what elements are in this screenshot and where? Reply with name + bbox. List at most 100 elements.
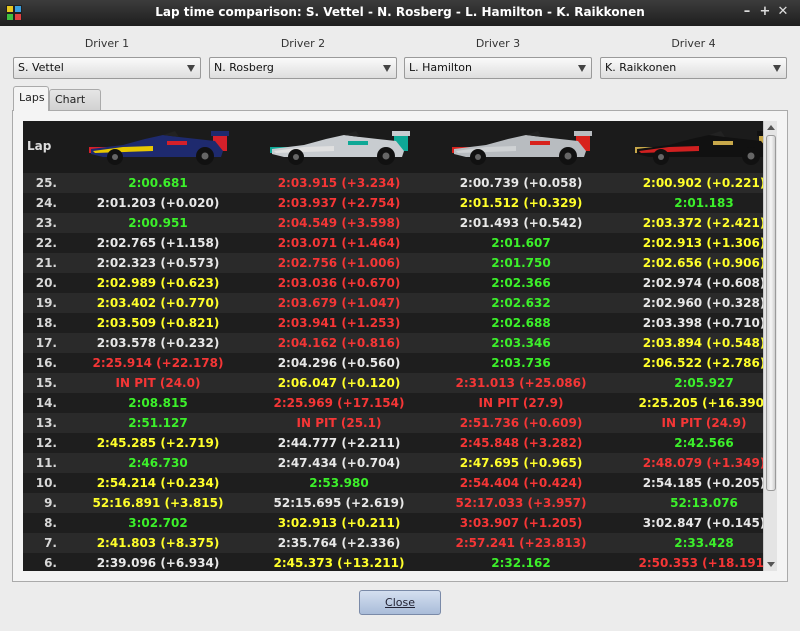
driver-4-group: Driver 4 K. Raikkonen [600,35,787,79]
lap-time-driver-3: 2:01.607 [491,236,551,250]
driver-4-label: Driver 4 [671,37,716,50]
scroll-down-icon[interactable] [767,562,775,567]
lap-time-driver-3: 2:02.366 [491,276,551,290]
driver-3-select[interactable]: L. Hamilton [404,57,592,79]
lap-time-driver-1: 2:51.127 [128,416,188,430]
lap-time-driver-4: 2:00.902 (+0.221) [642,176,763,190]
lap-time-driver-2: 52:15.695 (+2.619) [273,496,405,510]
lap-time-driver-4: 2:54.185 (+0.205) [642,476,763,490]
lap-number: 22. [35,236,57,250]
lap-time-driver-3: 2:32.162 [491,556,551,570]
lap-time-driver-2: 2:25.969 (+17.154) [273,396,405,410]
lap-time-driver-3: 2:02.632 [491,296,551,310]
driver-2-select[interactable]: N. Rosberg [209,57,397,79]
vertical-scrollbar[interactable] [763,121,777,571]
lap-time-driver-1: 2:39.096 (+6.934) [96,556,220,570]
mclaren-car-icon [446,127,596,167]
driver-1-select[interactable]: S. Vettel [13,57,201,79]
lap-time-driver-4: 2:05.927 [674,376,734,390]
lap-number: 10. [35,476,57,490]
scroll-up-icon[interactable] [767,125,775,130]
lap-time-driver-1: 2:01.203 (+0.020) [96,196,220,210]
table-row: 23. 2:00.951 2:04.549 (+3.598) 2:01.493 (+0… [23,213,763,233]
lap-time-driver-2: 2:03.679 (+1.047) [277,296,401,310]
table-row: 12. 2:45.285 (+2.719) 2:44.777 (+2.211) 2:4… [23,433,763,453]
lap-time-driver-4: 2:50.353 (+18.191) [638,556,763,570]
lap-time-driver-2: 2:45.373 (+13.211) [273,556,405,570]
lap-time-driver-1: 2:46.730 [128,456,188,470]
lap-time-driver-2: 2:03.941 (+1.253) [277,316,401,330]
lap-time-driver-3: 2:01.512 (+0.329) [459,196,583,210]
lap-time-driver-1: 2:03.402 (+0.770) [96,296,220,310]
lap-number: 15. [35,376,57,390]
driver-4-select[interactable]: K. Raikkonen [600,57,787,79]
lap-time-driver-4: 3:02.847 (+0.145) [642,516,763,530]
table-row: 16. 2:25.914 (+22.178) 2:04.296 (+0.560) 2:… [23,353,763,373]
lap-time-driver-2: 2:03.036 (+0.670) [277,276,401,290]
lap-number: 6. [44,556,57,570]
lap-time-driver-2: 2:04.296 (+0.560) [277,356,401,370]
driver-3-label: Driver 3 [475,37,521,50]
lap-time-driver-1: 2:25.914 (+22.178) [92,356,224,370]
table-row: 24. 2:01.203 (+0.020) 2:03.937 (+2.754) 2:0… [23,193,763,213]
lap-time-driver-4: 2:02.656 (+0.906) [642,256,763,270]
driver-1-label: Driver 1 [84,37,130,50]
lap-time-driver-4: 2:02.913 (+1.306) [642,236,763,250]
table-row: 13. 2:51.127 IN PIT (25.1) 2:51.736 (+0.609… [23,413,763,433]
lap-time-driver-1: 2:00.681 [128,176,188,190]
lap-time-driver-4: 2:02.960 (+0.328) [642,296,763,310]
lap-time-driver-2: 3:02.913 (+0.211) [277,516,401,530]
lap-time-driver-4: 2:48.079 (+1.349) [642,456,763,470]
lap-time-driver-2: 2:47.434 (+0.704) [277,456,401,470]
table-row: 15. IN PIT (24.0) 2:06.047 (+0.120) 2:31.01… [23,373,763,393]
lap-time-driver-3: 2:57.241 (+23.813) [455,536,587,550]
lap-column-header: Lap [27,139,52,153]
lap-time-driver-4: 2:25.205 (+16.390) [638,396,763,410]
table-row: 8. 3:02.702 3:02.913 (+0.211) 3:03.907 (+1.… [23,513,763,533]
lap-number: 20. [35,276,57,290]
lap-time-driver-1: 52:16.891 (+3.815) [92,496,224,510]
tab-laps[interactable]: Laps [13,86,49,111]
lap-time-driver-1: 2:41.803 (+8.375) [96,536,220,550]
lap-time-driver-4: 2:03.372 (+2.421) [642,216,763,230]
close-window-button[interactable]: ✕ [775,4,791,20]
lap-time-driver-1: 2:02.323 (+0.573) [96,256,220,270]
red-bull-car-icon [83,127,233,167]
lap-number: 17. [35,336,57,350]
lap-time-driver-3: 52:17.033 (+3.957) [455,496,587,510]
minimize-button[interactable]: – [739,4,755,20]
lap-time-driver-2: 2:06.047 (+0.120) [277,376,401,390]
lap-time-driver-1: 2:03.509 (+0.821) [96,316,220,330]
table-row: 21. 2:02.323 (+0.573) 2:02.756 (+1.006) 2:0… [23,253,763,273]
lap-time-driver-1: 2:54.214 (+0.234) [96,476,220,490]
lap-time-driver-4: 2:02.974 (+0.608) [642,276,763,290]
lap-number: 24. [35,196,57,210]
close-button[interactable]: Close [359,590,441,615]
lap-time-driver-2: 2:04.549 (+3.598) [277,216,401,230]
lap-number: 14. [35,396,57,410]
lap-time-driver-3: 3:03.907 (+1.205) [459,516,583,530]
driver-3-group: Driver 3 L. Hamilton [404,35,592,79]
lap-time-driver-1: IN PIT (24.0) [115,376,201,390]
lap-time-driver-3: 2:51.736 (+0.609) [459,416,583,430]
maximize-button[interactable]: + [757,4,773,20]
lap-time-driver-4: 2:01.183 [674,196,734,210]
tab-chart[interactable]: Chart [49,89,101,110]
driver-2-value: N. Rosberg [214,61,274,74]
scrollbar-thumb[interactable] [766,135,776,491]
lap-time-driver-3: 2:01.750 [491,256,551,270]
lap-number: 25. [35,176,57,190]
lotus-car-icon [629,127,763,167]
lap-time-driver-3: 2:02.688 [491,316,551,330]
chevron-down-icon [578,65,586,72]
lap-number: 13. [35,416,57,430]
table-row: 9. 52:16.891 (+3.815) 52:15.695 (+2.619) 52… [23,493,763,513]
lap-number: 8. [44,516,57,530]
lap-time-driver-4: 2:03.398 (+0.710) [642,316,763,330]
close-button-label: Close [385,596,415,609]
lap-time-driver-4: IN PIT (24.9) [661,416,747,430]
lap-number: 11. [35,456,57,470]
lap-time-driver-1: 2:00.951 [128,216,188,230]
chevron-down-icon [383,65,391,72]
lap-time-driver-4: 2:42.566 [674,436,734,450]
